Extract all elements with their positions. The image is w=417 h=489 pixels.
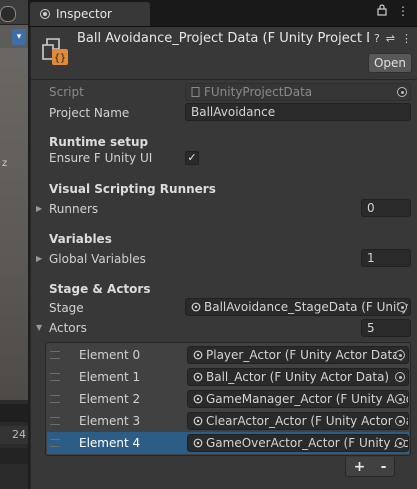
global-variables-size-input[interactable]: 1 [361,249,411,267]
actor-value: Player_Actor (F Unity Actor Data) [206,348,405,362]
foldout-arrow-icon[interactable]: ▶ [36,254,42,263]
add-element-button[interactable]: + [354,459,366,475]
scene-viewport[interactable]: z [0,48,28,400]
element-label: Element 1 [79,370,141,384]
object-field-icon [193,394,203,404]
actor-value: GameOverActor_Actor (F Unity Actor Data) [206,436,408,450]
actor-object-field[interactable]: Ball_Actor (F Unity Actor Data) [187,368,409,386]
script-value: FUnityProjectData [204,85,313,99]
stage-actors-heading: Stage & Actors [49,282,151,296]
actors-list: Element 0 Player_Actor (F Unity Actor Da… [45,342,411,456]
scene-toolbar [0,0,28,25]
runtime-setup-heading: Runtime setup [49,135,149,149]
object-picker-icon[interactable] [397,302,407,312]
list-add-remove-footer: + - [345,457,395,477]
scene-dropdown-button[interactable]: ▾ [12,29,26,45]
inspector-tab-strip: Inspector ⋮ [28,0,417,27]
actor-value: ClearActor_Actor (F Unity Actor Data) [206,414,409,428]
drag-handle-icon[interactable] [50,395,60,403]
list-item[interactable]: Element 1 Ball_Actor (F Unity Actor Data… [47,366,409,388]
ensure-ui-label: Ensure F Unity UI [49,151,153,165]
tab-inspector[interactable]: Inspector [30,2,150,26]
actor-object-field[interactable]: Player_Actor (F Unity Actor Data) [187,346,409,364]
drag-handle-icon[interactable] [50,439,60,447]
element-label: Element 0 [79,348,141,362]
actors-size-input[interactable]: 5 [361,319,411,337]
scene-bottom-bar [0,448,28,464]
list-item[interactable]: Element 2 GameManager_Actor (F Unity Act… [47,388,409,410]
actor-value: Ball_Actor (F Unity Actor Data) [206,370,390,384]
project-name-label: Project Name [49,106,130,120]
scene-bottom-panel: 24 [0,400,28,489]
object-picker-icon[interactable] [395,372,405,382]
runners-heading: Visual Scripting Runners [49,182,216,196]
element-label: Element 3 [79,414,141,428]
object-field-icon [193,416,203,426]
actors-label[interactable]: Actors [49,321,87,335]
element-label: Element 2 [79,392,141,406]
stage-value: BallAvoidance_StageData (F Unity Stage D… [204,300,410,314]
list-item[interactable]: Element 3 ClearActor_Actor (F Unity Acto… [47,410,409,432]
gizmo-icon[interactable] [0,6,16,22]
inspector-icon [40,9,50,19]
script-field: FUnityProjectData [185,83,411,101]
actor-object-field[interactable]: GameManager_Actor (F Unity Actor Data) [187,390,409,408]
element-label: Element 4 [79,436,141,450]
object-picker-icon[interactable] [395,394,405,404]
scriptable-object-icon: {} [42,38,68,65]
object-picker-icon[interactable] [395,438,405,448]
drag-handle-icon[interactable] [50,417,60,425]
object-picker-icon [397,87,407,97]
actor-value: GameManager_Actor (F Unity Actor Data) [206,392,408,406]
list-item[interactable]: Element 0 Player_Actor (F Unity Actor Da… [47,344,409,366]
project-name-input[interactable]: BallAvoidance [185,103,411,121]
stage-label: Stage [49,301,84,315]
object-field-icon [193,372,203,382]
script-file-icon [191,87,200,97]
sliders-icon[interactable]: ⇌ [386,32,395,45]
script-label: Script [49,85,84,99]
foldout-arrow-icon[interactable]: ▶ [36,204,42,213]
foldout-arrow-down-icon[interactable]: ▼ [36,323,42,332]
remove-element-button[interactable]: - [381,459,387,475]
object-picker-icon[interactable] [395,416,405,426]
lock-icon[interactable] [377,4,387,19]
inspector-panel: {} Ball Avoidance_Project Data (F Unity … [30,27,417,489]
inspector-title: Ball Avoidance_Project Data (F Unity Pro… [77,31,369,46]
variables-heading: Variables [49,232,112,246]
more-icon[interactable]: ⋮ [401,32,412,45]
actor-object-field[interactable]: GameOverActor_Actor (F Unity Actor Data) [187,434,409,452]
tab-label: Inspector [56,7,112,21]
runners-size-input[interactable]: 0 [361,199,411,217]
open-button[interactable]: Open [368,53,412,73]
stage-object-field[interactable]: BallAvoidance_StageData (F Unity Stage D… [185,298,411,316]
scene-view-edge: ▾ z 24 [0,0,28,489]
runners-label[interactable]: Runners [49,202,98,216]
drag-handle-icon[interactable] [50,373,60,381]
object-field-icon [191,302,201,312]
object-field-icon [193,350,203,360]
list-item-selected[interactable]: Element 4 GameOverActor_Actor (F Unity A… [47,432,409,454]
object-picker-icon[interactable] [395,350,405,360]
svg-text:{}: {} [54,53,66,64]
help-icon[interactable]: ? [374,32,380,45]
scene-side-number: 24 [0,426,28,444]
inspector-header: {} Ball Avoidance_Project Data (F Unity … [31,27,417,80]
actor-object-field[interactable]: ClearActor_Actor (F Unity Actor Data) [187,412,409,430]
ensure-ui-checkbox[interactable]: ✓ [185,151,199,165]
kebab-menu-icon[interactable]: ⋮ [397,4,409,19]
drag-handle-icon[interactable] [50,351,60,359]
object-field-icon [193,438,203,448]
scene-bottom-toolbar [0,404,28,422]
global-variables-label[interactable]: Global Variables [49,252,146,266]
scene-axis-glyph: z [2,158,8,169]
